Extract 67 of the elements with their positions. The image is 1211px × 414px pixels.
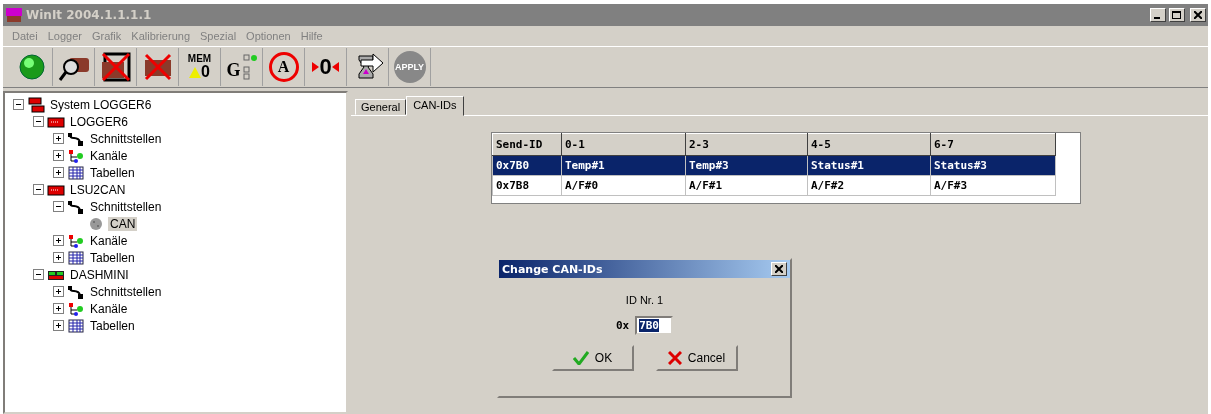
check-icon bbox=[572, 351, 589, 365]
expand-icon[interactable] bbox=[53, 286, 64, 297]
close-button[interactable] bbox=[1190, 8, 1206, 22]
tree-item[interactable]: Tabellen bbox=[88, 165, 137, 180]
expand-icon[interactable] bbox=[53, 320, 64, 331]
column-header[interactable]: 4-5 bbox=[807, 133, 931, 156]
tree-item[interactable]: Tabellen bbox=[88, 318, 137, 333]
column-header[interactable]: 6-7 bbox=[930, 133, 1056, 156]
tree-item[interactable]: Kanäle bbox=[88, 301, 130, 316]
maximize-button[interactable] bbox=[1169, 8, 1185, 22]
tab[interactable]: CAN-IDs bbox=[406, 96, 464, 116]
tree-item[interactable]: Kanäle bbox=[88, 233, 130, 248]
collapse-icon[interactable] bbox=[33, 269, 44, 280]
expand-icon[interactable] bbox=[53, 133, 64, 144]
table-icon bbox=[67, 165, 85, 180]
collapse-icon[interactable] bbox=[53, 201, 64, 212]
table-icon bbox=[67, 250, 85, 265]
tree-item[interactable]: LSU2CAN bbox=[68, 182, 128, 197]
channels-icon bbox=[67, 301, 85, 316]
collapse-icon[interactable] bbox=[33, 184, 44, 195]
dialog-title: Change CAN-IDs bbox=[502, 262, 603, 276]
id-caption: ID Nr. 1 bbox=[625, 294, 664, 306]
tree-item[interactable]: DASHMINI bbox=[68, 267, 131, 282]
cancel-button[interactable]: Cancel bbox=[655, 345, 738, 371]
devices-icon bbox=[27, 96, 45, 113]
expand-icon[interactable] bbox=[53, 235, 64, 246]
channels-icon bbox=[67, 148, 85, 163]
device-icon bbox=[47, 114, 65, 129]
app-logo-icon bbox=[5, 7, 23, 23]
tree-item[interactable]: Schnittstellen bbox=[88, 284, 164, 299]
close-button[interactable] bbox=[771, 262, 787, 276]
tree-item[interactable]: Tabellen bbox=[88, 250, 137, 265]
close-icon bbox=[775, 265, 783, 273]
table-cell: 0x7B8 bbox=[492, 175, 562, 196]
close-icon bbox=[1194, 11, 1202, 19]
window-title: WinIt 2004.1.1.1.1 bbox=[26, 8, 153, 22]
id-input-field[interactable]: 7B0 bbox=[635, 316, 674, 335]
tree-item[interactable]: LOGGER6 bbox=[68, 114, 131, 129]
collapse-icon[interactable] bbox=[33, 116, 44, 127]
port-icon bbox=[87, 216, 105, 231]
refresh-a-icon: A bbox=[268, 52, 299, 82]
tree-item[interactable]: Kanäle bbox=[88, 148, 130, 163]
column-header[interactable]: 0-1 bbox=[561, 133, 686, 156]
tab[interactable]: General bbox=[355, 99, 407, 115]
maximize-icon bbox=[1172, 10, 1182, 20]
column-header[interactable]: 2-3 bbox=[685, 133, 808, 156]
tree-item[interactable]: System LOGGER6 bbox=[48, 97, 154, 112]
device-icon bbox=[47, 182, 65, 197]
expand-icon[interactable] bbox=[53, 252, 64, 263]
collapse-icon[interactable] bbox=[13, 99, 24, 110]
expand-icon[interactable] bbox=[53, 303, 64, 314]
channels-icon bbox=[67, 233, 85, 248]
column-header[interactable]: Send-ID bbox=[492, 133, 562, 156]
table-icon bbox=[67, 318, 85, 333]
expand-icon[interactable] bbox=[53, 167, 64, 178]
table-cell: 0x7B0 bbox=[492, 155, 562, 176]
x-icon bbox=[667, 351, 682, 365]
expand-icon[interactable] bbox=[53, 150, 64, 161]
cable-icon bbox=[67, 284, 85, 299]
tree-item[interactable]: Schnittstellen bbox=[88, 131, 164, 146]
hex-prefix: 0x bbox=[615, 319, 630, 332]
ok-button[interactable]: OK bbox=[551, 345, 634, 371]
cable-icon bbox=[67, 199, 85, 214]
tree-item[interactable]: CAN bbox=[108, 216, 138, 231]
minimize-button[interactable] bbox=[1150, 8, 1166, 22]
tree-item[interactable]: Schnittstellen bbox=[88, 199, 164, 214]
cable-icon bbox=[67, 131, 85, 146]
